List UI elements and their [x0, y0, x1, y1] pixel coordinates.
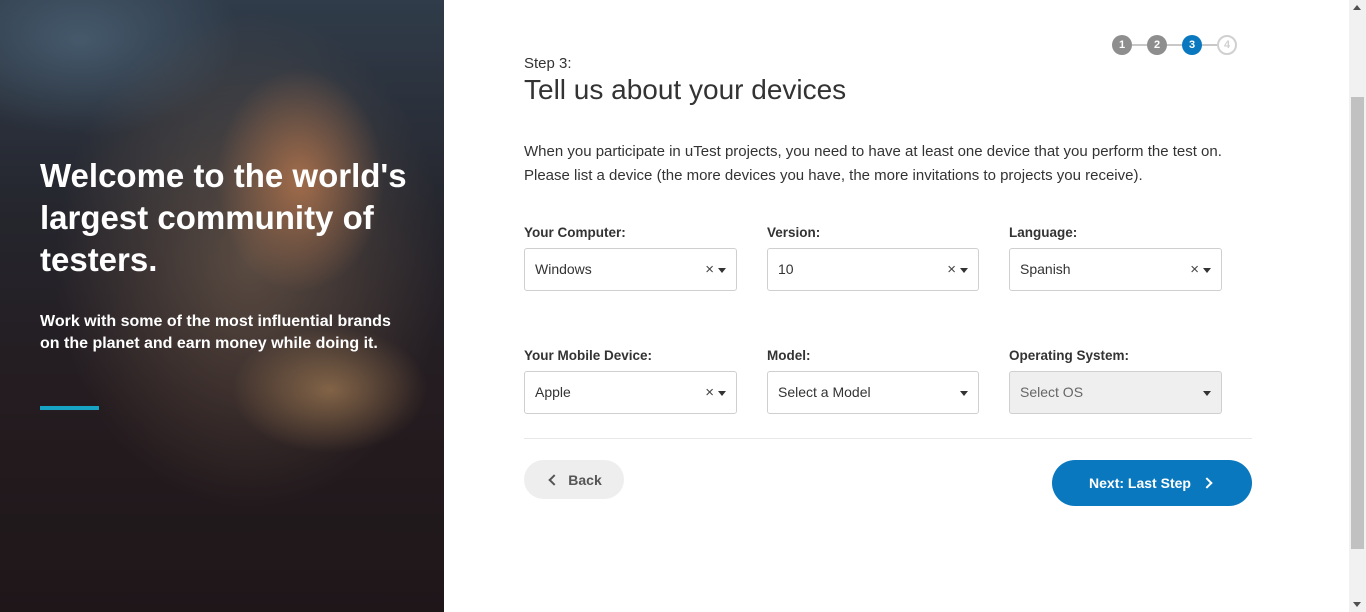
- intro-text: When you participate in uTest projects, …: [524, 143, 1222, 184]
- stepper-connector: [1167, 44, 1182, 46]
- next-button[interactable]: Next: Last Step: [1052, 460, 1252, 506]
- mobile-device-value: Apple: [535, 384, 571, 400]
- os-label: Operating System:: [1009, 348, 1130, 363]
- chevron-down-icon[interactable]: [960, 391, 968, 396]
- hero-title: Welcome to the world's largest community…: [40, 157, 407, 278]
- stepper-connector: [1202, 44, 1217, 46]
- version-select[interactable]: 10 ×: [767, 248, 979, 291]
- hero-photo: [0, 0, 444, 612]
- page-title: Tell us about your devices: [524, 74, 847, 105]
- model-value: Select a Model: [778, 384, 871, 400]
- chevron-left-icon: [548, 473, 560, 486]
- language-label: Language:: [1009, 225, 1078, 240]
- hero-subtitle: Work with some of the most influential b…: [40, 313, 391, 352]
- computer-select[interactable]: Windows ×: [524, 248, 737, 291]
- computer-label: Your Computer:: [524, 225, 626, 240]
- os-select[interactable]: Select OS: [1009, 371, 1222, 414]
- chevron-down-icon[interactable]: [718, 391, 726, 396]
- model-select[interactable]: Select a Model: [767, 371, 979, 414]
- version-label: Version:: [767, 225, 821, 240]
- step-3-indicator: 3: [1182, 35, 1202, 55]
- scrollbar-thumb[interactable]: [1351, 97, 1364, 549]
- clear-icon[interactable]: ×: [947, 261, 956, 279]
- clear-icon[interactable]: ×: [1190, 261, 1199, 279]
- clear-icon[interactable]: ×: [705, 384, 714, 402]
- os-value: Select OS: [1020, 384, 1084, 400]
- chevron-down-icon[interactable]: [1203, 268, 1211, 273]
- step-1-indicator: 1: [1112, 35, 1132, 55]
- hero-accent-rule: [40, 406, 99, 410]
- hero-panel: Welcome to the world's largest community…: [0, 0, 444, 612]
- back-button-label: Back: [568, 471, 602, 488]
- chevron-down-icon[interactable]: [718, 268, 726, 273]
- divider: [524, 438, 1252, 439]
- stepper-connector: [1132, 44, 1147, 46]
- step-2-indicator: 2: [1147, 35, 1167, 55]
- progress-stepper: 1 2 3 4: [1112, 35, 1237, 55]
- computer-value: Windows: [535, 261, 592, 277]
- language-select[interactable]: Spanish ×: [1009, 248, 1222, 291]
- scroll-up-icon[interactable]: [1353, 5, 1361, 10]
- model-label: Model:: [767, 348, 811, 363]
- clear-icon[interactable]: ×: [705, 261, 714, 279]
- chevron-right-icon: [1201, 477, 1213, 489]
- step-4-indicator: 4: [1217, 35, 1237, 55]
- chevron-down-icon[interactable]: [1203, 391, 1211, 396]
- language-value: Spanish: [1020, 261, 1071, 277]
- back-button[interactable]: Back: [524, 460, 624, 499]
- chevron-down-icon[interactable]: [960, 268, 968, 273]
- step-label: Step 3:: [524, 55, 572, 72]
- mobile-device-select[interactable]: Apple ×: [524, 371, 737, 414]
- page-scrollbar[interactable]: [1349, 0, 1366, 612]
- version-value: 10: [778, 261, 794, 277]
- mobile-device-label: Your Mobile Device:: [524, 348, 653, 363]
- next-button-label: Next: Last Step: [1089, 475, 1191, 491]
- scroll-down-icon[interactable]: [1353, 602, 1361, 607]
